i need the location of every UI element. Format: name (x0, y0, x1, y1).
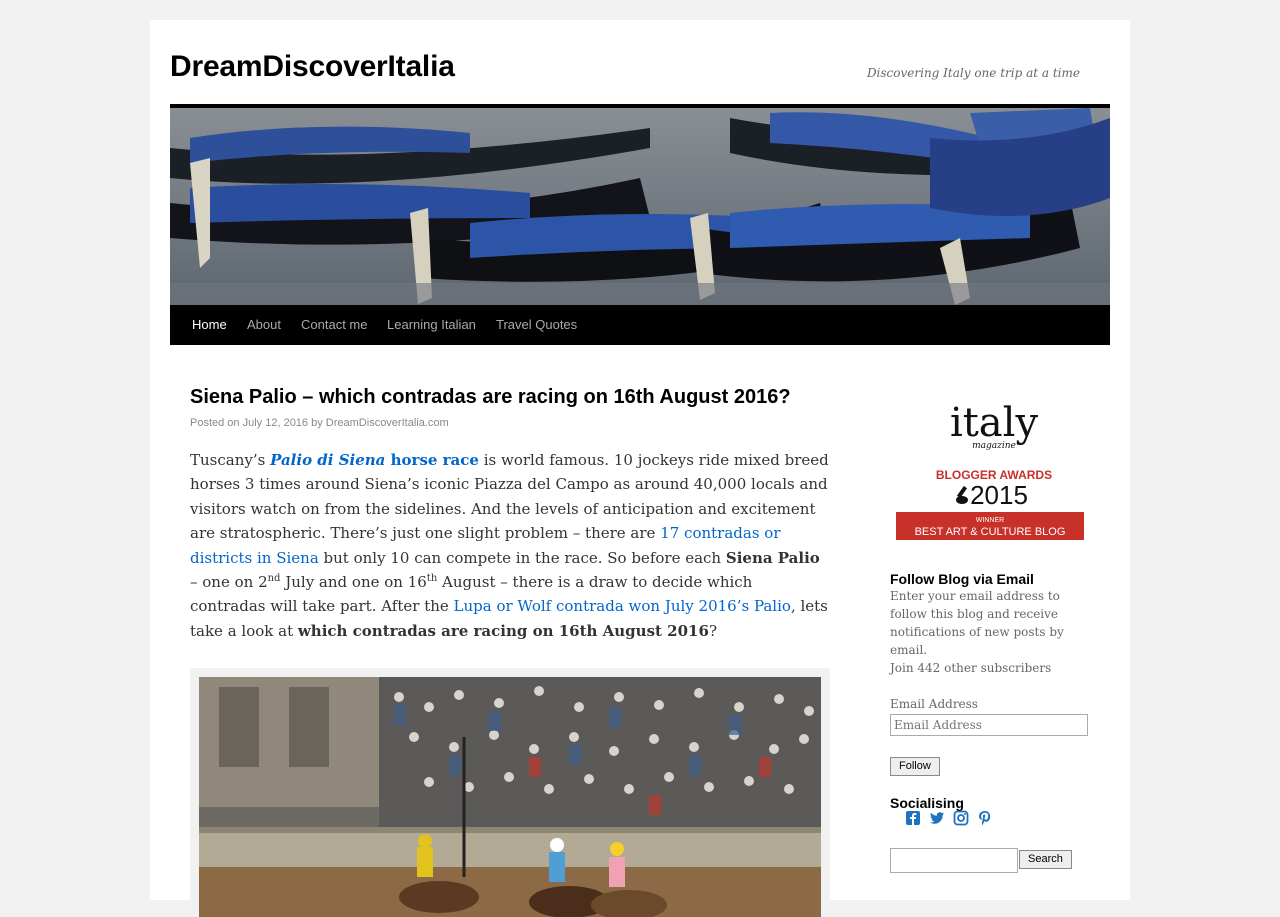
search-button[interactable]: Search (1019, 850, 1072, 869)
award-logo-word: italy (950, 400, 1039, 446)
nav-item-learning-italian[interactable]: Learning Italian (387, 305, 476, 345)
body-text-4: – one on 2 (190, 573, 268, 592)
award-year: 2015 (970, 480, 1028, 510)
main-navigation: Home About Contact me Learning Italian T… (170, 305, 1110, 345)
post-author-link[interactable]: DreamDiscoverItalia.com (326, 417, 449, 429)
page-wrapper: DreamDiscoverItalia Discovering Italy on… (150, 20, 1130, 917)
twitter-icon[interactable] (929, 810, 945, 826)
site-title[interactable]: DreamDiscoverItalia (170, 50, 455, 84)
award-category: BEST ART & CULTURE BLOG (915, 526, 1066, 538)
facebook-icon[interactable] (905, 810, 921, 826)
instagram-icon[interactable] (953, 810, 969, 826)
email-field[interactable] (890, 714, 1088, 736)
header-banner-image (170, 108, 1110, 305)
body-text-8: ? (708, 621, 717, 640)
sup-nd: nd (267, 573, 281, 585)
blogger-award-badge[interactable]: italy magazine BLOGGER AWARDS 2015 WINNE… (896, 388, 1086, 540)
subscribers-count: Join 442 other subscribers (890, 661, 1052, 675)
lupa-contrada-link[interactable]: Lupa or Wolf contrada won July 2016’s Pa… (454, 597, 791, 615)
body-text-3: but only 10 can compete in the race. So … (318, 548, 726, 567)
palio-horse-race-link[interactable]: Palio di Siena horse race (270, 451, 479, 469)
nav-item-about[interactable]: About (247, 305, 281, 345)
social-icons (905, 810, 993, 826)
nav-item-contact[interactable]: Contact me (301, 305, 367, 345)
pinterest-icon[interactable] (977, 810, 993, 826)
socialising-title: Socialising (890, 795, 964, 811)
palio-race-photo[interactable] (199, 677, 821, 917)
post-meta: Posted on July 12, 2016 by DreamDiscover… (190, 417, 449, 429)
award-winner: WINNER (976, 517, 1004, 524)
siena-palio-bold: Siena Palio (725, 548, 820, 567)
follow-button[interactable]: Follow (890, 757, 940, 776)
question-bold: which contradas are racing on 16th Augus… (297, 621, 709, 640)
post-image-frame (190, 668, 830, 917)
post-date-link[interactable]: July 12, 2016 (243, 417, 308, 429)
search-input[interactable] (890, 848, 1018, 873)
award-logo-sub: magazine (972, 441, 1016, 451)
body-text-1: Tuscany’s (190, 451, 271, 469)
sup-th: th (426, 573, 438, 585)
nav-item-home[interactable]: Home (192, 305, 227, 345)
follow-widget-title: Follow Blog via Email (890, 571, 1034, 587)
post-title[interactable]: Siena Palio – which contradas are racing… (190, 386, 850, 409)
email-label: Email Address (890, 697, 978, 711)
posted-on-label: Posted on (190, 417, 240, 429)
body-text-5: July and one on 16 (280, 573, 427, 592)
nav-item-travel-quotes[interactable]: Travel Quotes (496, 305, 577, 345)
palio-link-italic: Palio di Siena (270, 451, 386, 469)
site-description: Discovering Italy one trip at a time (866, 66, 1080, 80)
by-label: by (311, 417, 323, 429)
follow-widget-text: Enter your email address to follow this … (890, 589, 1064, 657)
palio-link-rest: horse race (385, 451, 479, 469)
post-body: Tuscany’s Palio di Siena horse race is w… (190, 448, 830, 643)
